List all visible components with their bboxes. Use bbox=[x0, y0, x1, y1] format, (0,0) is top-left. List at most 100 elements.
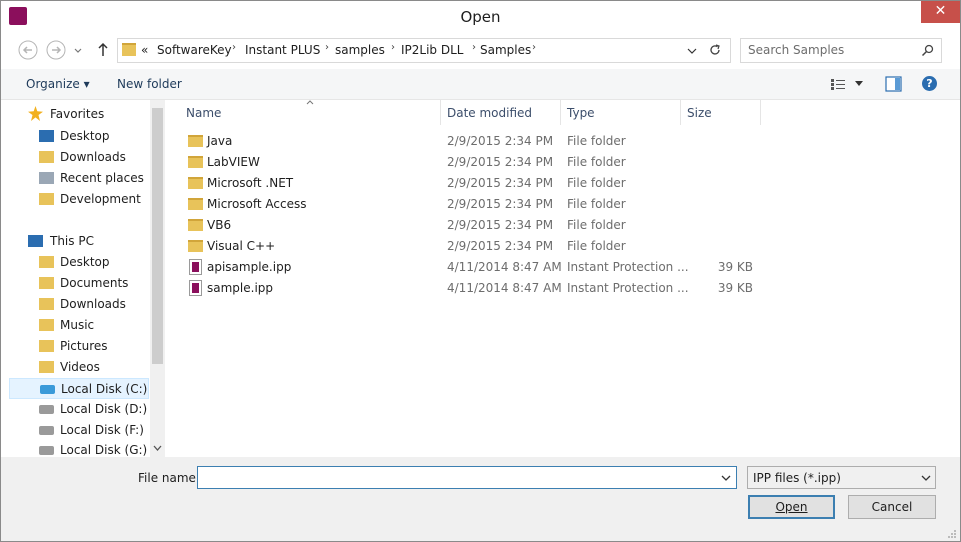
folder-icon bbox=[122, 43, 136, 56]
file-name: LabVIEW bbox=[207, 155, 260, 169]
folder-icon bbox=[39, 193, 54, 205]
help-button[interactable]: ? bbox=[922, 76, 937, 91]
column-header-type[interactable]: Type bbox=[561, 100, 679, 125]
column-header-name[interactable]: Name bbox=[183, 100, 438, 125]
folder-icon bbox=[188, 240, 203, 252]
resize-grip-icon[interactable] bbox=[945, 529, 957, 539]
file-name: VB6 bbox=[207, 218, 232, 232]
file-name: Microsoft Access bbox=[207, 197, 307, 211]
file-row[interactable]: sample.ipp 4/11/2014 8:47 AM Instant Prote… bbox=[183, 278, 763, 299]
file-size: 39 KB bbox=[717, 260, 753, 274]
forward-button[interactable] bbox=[45, 39, 67, 61]
file-name-combobox[interactable] bbox=[197, 466, 737, 489]
nav-item[interactable]: Recent places bbox=[9, 168, 149, 189]
pictures-folder-icon bbox=[39, 340, 54, 352]
breadcrumb-samples-current[interactable]: Samples bbox=[480, 43, 531, 57]
sort-ascending-icon bbox=[306, 100, 314, 105]
file-type: File folder bbox=[567, 218, 626, 232]
nav-item-label: Local Disk (D:) bbox=[60, 402, 148, 416]
open-button[interactable]: Open bbox=[748, 495, 835, 519]
ipp-logo-icon bbox=[192, 262, 199, 272]
search-input[interactable]: Search Samples bbox=[740, 38, 942, 63]
new-folder-button[interactable]: New folder bbox=[117, 77, 182, 91]
file-row[interactable]: Microsoft Access 2/9/2015 2:34 PM File fol… bbox=[183, 194, 763, 215]
back-arrow-icon bbox=[18, 40, 38, 60]
file-row[interactable]: apisample.ipp 4/11/2014 8:47 AM Instant Pr… bbox=[183, 257, 763, 278]
cancel-button[interactable]: Cancel bbox=[848, 495, 936, 519]
nav-item[interactable]: This PC bbox=[9, 231, 149, 252]
scroll-down-icon[interactable] bbox=[152, 443, 163, 453]
nav-item[interactable]: Pictures bbox=[9, 336, 149, 357]
column-header-date-modified[interactable]: Date modified bbox=[441, 100, 559, 125]
nav-item[interactable]: Music bbox=[9, 315, 149, 336]
file-type-filter-select[interactable]: IPP files (*.ipp) bbox=[747, 466, 936, 489]
nav-item-label: Documents bbox=[60, 276, 129, 290]
nav-item[interactable]: Favorites bbox=[9, 104, 149, 125]
star-icon bbox=[28, 106, 43, 121]
navigation-pane: Favorites Desktop Downloads Recent places De… bbox=[9, 100, 149, 457]
file-name-dropdown-icon[interactable] bbox=[720, 473, 732, 483]
view-dropdown-icon[interactable] bbox=[854, 80, 864, 88]
ipp-logo-icon bbox=[192, 283, 199, 293]
folder-icon bbox=[188, 135, 203, 147]
nav-item[interactable]: Local Disk (G:) bbox=[9, 440, 149, 457]
documents-folder-icon bbox=[39, 277, 54, 289]
organize-button[interactable]: Organize ▾ bbox=[26, 77, 90, 91]
nav-item[interactable]: Development bbox=[9, 189, 149, 210]
nav-item[interactable]: Documents bbox=[9, 273, 149, 294]
address-dropdown-icon[interactable] bbox=[686, 45, 698, 57]
column-header-size[interactable]: Size bbox=[681, 100, 761, 125]
nav-item[interactable]: Videos bbox=[9, 357, 149, 378]
breadcrumb-softwarekey[interactable]: SoftwareKey bbox=[157, 43, 232, 57]
back-button[interactable] bbox=[17, 39, 39, 61]
file-row[interactable]: VB6 2/9/2015 2:34 PM File folder bbox=[183, 215, 763, 236]
cancel-button-label: Cancel bbox=[871, 500, 913, 514]
nav-item-label: Local Disk (G:) bbox=[60, 443, 148, 457]
chevron-down-icon[interactable] bbox=[920, 473, 932, 483]
up-button[interactable] bbox=[93, 39, 113, 61]
file-row[interactable]: Visual C++ 2/9/2015 2:34 PM File folder bbox=[183, 236, 763, 257]
scrollbar-thumb[interactable] bbox=[152, 108, 163, 364]
drive-icon bbox=[39, 426, 54, 435]
refresh-icon[interactable] bbox=[708, 43, 722, 57]
close-icon: ✕ bbox=[934, 3, 947, 19]
nav-item[interactable]: Downloads bbox=[9, 294, 149, 315]
nav-item-label: Favorites bbox=[50, 107, 105, 121]
breadcrumb-instant-plus[interactable]: Instant PLUS bbox=[245, 43, 320, 57]
column-divider[interactable] bbox=[760, 100, 761, 125]
navigation-scrollbar[interactable] bbox=[150, 100, 165, 457]
breadcrumb-separator-icon[interactable]: › bbox=[232, 42, 236, 53]
ipp-file-icon bbox=[189, 259, 202, 275]
folder-icon bbox=[188, 219, 203, 231]
file-date-modified: 4/11/2014 8:47 AM bbox=[447, 260, 562, 274]
file-name-label: File name: bbox=[138, 471, 200, 485]
nav-item[interactable]: Desktop bbox=[9, 252, 149, 273]
nav-item[interactable]: Local Disk (D:) bbox=[9, 399, 149, 420]
file-row[interactable]: Microsoft .NET 2/9/2015 2:34 PM File folde… bbox=[183, 173, 763, 194]
nav-item[interactable]: Local Disk (F:) bbox=[9, 420, 149, 441]
nav-item-label: Downloads bbox=[60, 150, 126, 164]
search-icon[interactable] bbox=[921, 44, 934, 57]
breadcrumb-separator-icon[interactable]: › bbox=[391, 42, 395, 53]
column-size-label: Size bbox=[687, 106, 712, 120]
nav-item[interactable]: Local Disk (C:) bbox=[9, 378, 149, 399]
file-row[interactable]: LabVIEW 2/9/2015 2:34 PM File folder bbox=[183, 152, 763, 173]
breadcrumb-separator-icon[interactable]: › bbox=[472, 42, 476, 53]
view-options-icon[interactable] bbox=[830, 78, 846, 91]
close-button[interactable]: ✕ bbox=[921, 1, 960, 23]
desktop-folder-icon bbox=[39, 256, 54, 268]
address-bar[interactable]: « SoftwareKey › Instant PLUS › samples ›… bbox=[117, 38, 731, 63]
file-row[interactable]: Java 2/9/2015 2:34 PM File folder bbox=[183, 131, 763, 152]
music-folder-icon bbox=[39, 319, 54, 331]
recent-locations-button[interactable] bbox=[71, 39, 85, 61]
file-date-modified: 2/9/2015 2:34 PM bbox=[447, 176, 554, 190]
computer-icon bbox=[28, 235, 43, 247]
breadcrumb-ip2lib-dll[interactable]: IP2Lib DLL bbox=[401, 43, 463, 57]
breadcrumb-separator-icon[interactable]: › bbox=[532, 42, 536, 53]
preview-pane-icon[interactable] bbox=[885, 76, 902, 92]
nav-item[interactable]: Downloads bbox=[9, 147, 149, 168]
breadcrumb-samples[interactable]: samples bbox=[335, 43, 385, 57]
breadcrumb-overflow[interactable]: « bbox=[141, 43, 148, 57]
nav-item[interactable]: Desktop bbox=[9, 126, 149, 147]
breadcrumb-separator-icon[interactable]: › bbox=[325, 42, 329, 53]
